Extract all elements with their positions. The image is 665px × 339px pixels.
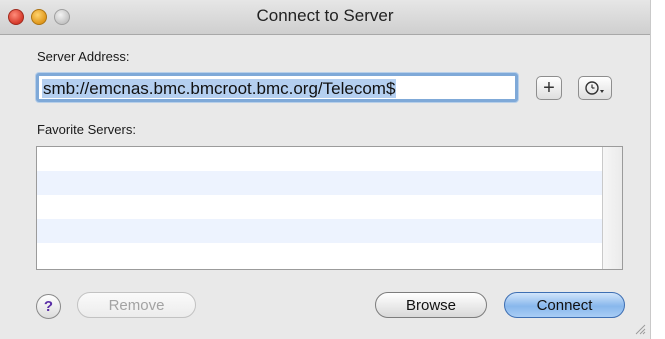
list-item[interactable] <box>37 243 622 267</box>
server-address-field[interactable]: smb://emcnas.bmc.bmcroot.bmc.org/Telecom… <box>36 73 518 102</box>
server-address-value: smb://emcnas.bmc.bmcroot.bmc.org/Telecom… <box>42 79 397 98</box>
remove-button-label: Remove <box>108 296 165 314</box>
help-button[interactable]: ? <box>36 294 61 319</box>
list-item[interactable] <box>37 195 622 219</box>
window-title: Connect to Server <box>256 6 394 25</box>
clock-icon <box>585 81 604 95</box>
favorite-servers-label: Favorite Servers: <box>37 122 136 137</box>
list-item[interactable] <box>37 219 622 243</box>
favorite-servers-list[interactable] <box>36 146 623 270</box>
plus-icon: + <box>543 76 555 99</box>
add-favorite-button[interactable]: + <box>536 76 562 100</box>
resize-grip-icon[interactable] <box>634 323 646 335</box>
remove-button[interactable]: Remove <box>77 292 196 318</box>
connect-button-label: Connect <box>536 296 593 314</box>
list-item[interactable] <box>37 171 622 195</box>
scrollbar[interactable] <box>602 147 622 269</box>
connect-to-server-window: Connect to Server Server Address: smb://… <box>0 0 651 339</box>
chevron-down-icon <box>600 90 604 93</box>
title-bar[interactable]: Connect to Server <box>0 0 650 35</box>
server-address-label: Server Address: <box>37 49 130 64</box>
recent-servers-button[interactable] <box>578 76 612 100</box>
help-icon: ? <box>43 298 54 315</box>
connect-button[interactable]: Connect <box>504 292 625 318</box>
list-item[interactable] <box>37 147 622 171</box>
browse-button[interactable]: Browse <box>375 292 487 318</box>
browse-button-label: Browse <box>405 296 457 314</box>
